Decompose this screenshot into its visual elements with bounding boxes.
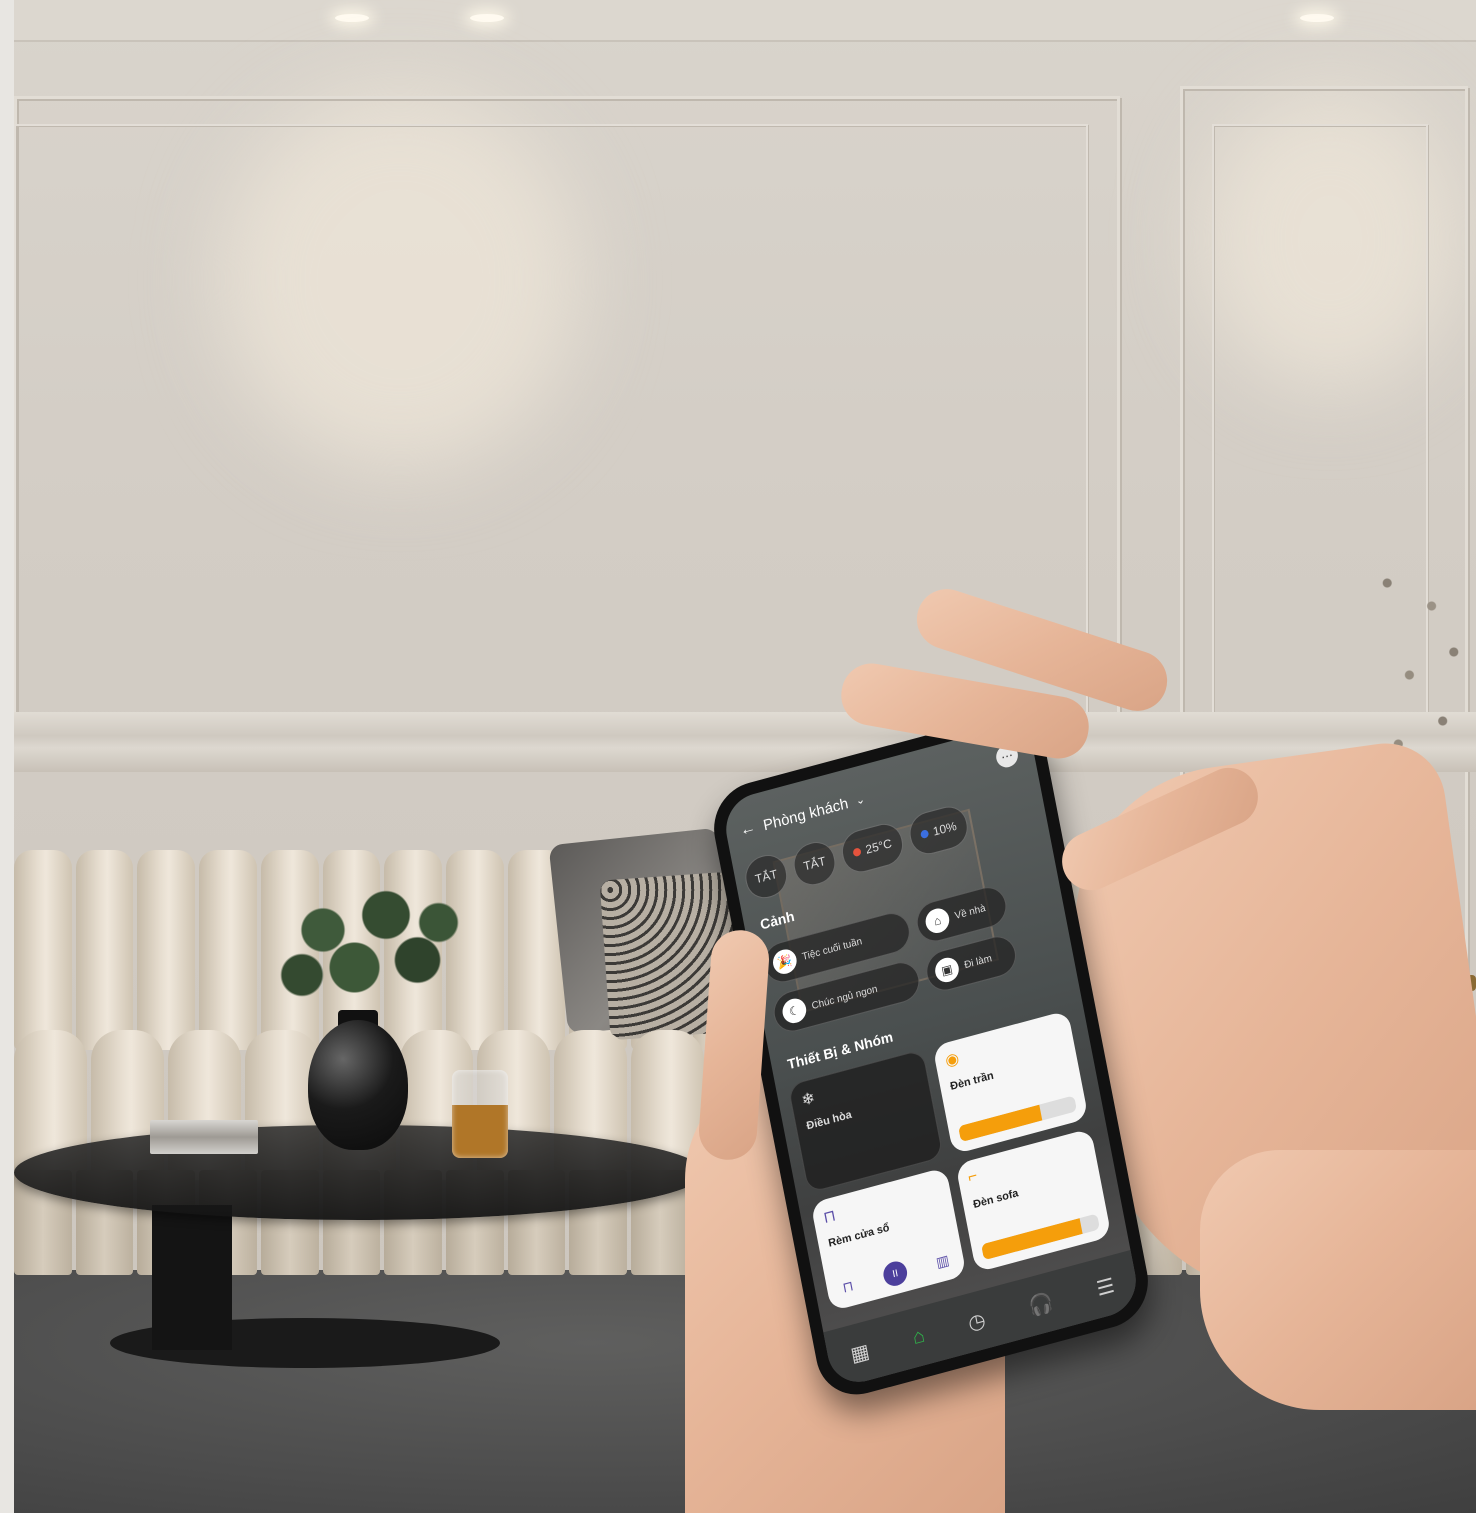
coffee-table-leg [152, 1205, 232, 1350]
brightness-slider[interactable] [958, 1095, 1078, 1143]
device-name: Đèn trần [949, 1069, 995, 1093]
chip-label: 10% [931, 818, 958, 839]
home-tab-icon[interactable]: ⌂ [911, 1324, 927, 1350]
photo-scene: ← Phòng khách ⌄ ⋯ TẮT TẮT 25°C 10% Cảnh … [0, 0, 1476, 1513]
snowflake-icon: ❄ [800, 1089, 817, 1110]
chevron-down-icon[interactable]: ⌄ [855, 792, 866, 807]
device-card-ceiling-light[interactable]: ◉ Đèn trần [932, 1010, 1089, 1155]
device-card-curtain[interactable]: ⊓ Rèm cửa sổ ⊓ II ▥ [810, 1167, 967, 1312]
ceiling-light [470, 14, 504, 22]
curtain-open-icon[interactable]: ⊓ [835, 1273, 860, 1300]
scene-label: Chúc ngủ ngon [810, 983, 879, 1012]
moon-icon: ☾ [780, 995, 809, 1026]
scene-label: Về nhà [953, 902, 987, 922]
book-stack [150, 1120, 258, 1154]
curtain-icon: ⊓ [822, 1207, 838, 1228]
headset-icon[interactable]: 🎧 [1027, 1289, 1056, 1320]
briefcase-icon: ▣ [933, 955, 961, 985]
device-card-air-conditioner[interactable]: ❄ Điều hòa [787, 1048, 944, 1194]
device-name: Đèn sofa [972, 1187, 1020, 1212]
chip-label: TẮT [753, 866, 779, 887]
menu-icon[interactable]: ☰ [1094, 1272, 1117, 1301]
chip-label: TẮT [802, 853, 827, 874]
pause-icon[interactable]: II [881, 1258, 910, 1289]
ceiling-light-icon: ◉ [943, 1049, 961, 1071]
curtain-close-icon[interactable]: ▥ [930, 1247, 955, 1274]
image-border [0, 0, 14, 1513]
room-title[interactable]: Phòng khách [762, 795, 850, 834]
device-name: Rèm cửa sổ [827, 1221, 891, 1250]
scene-label: Tiệc cuối tuần [801, 935, 864, 963]
party-icon: 🎉 [770, 946, 799, 977]
thermometer-icon [852, 847, 862, 858]
home-icon: ⌂ [923, 905, 952, 936]
humidity-icon [919, 829, 930, 840]
scene-label: Đi làm [963, 952, 993, 971]
chip-label: 25°C [864, 836, 893, 857]
back-arrow-icon[interactable]: ← [739, 819, 758, 841]
curtain-controls: ⊓ II ▥ [835, 1246, 956, 1301]
whiskey-decanter [452, 1070, 508, 1158]
ceiling [0, 0, 1476, 42]
potted-plant [260, 870, 470, 1020]
ceiling-light [335, 14, 369, 22]
black-vase [308, 1020, 408, 1150]
brightness-fill [981, 1218, 1083, 1261]
ceiling-light [1300, 14, 1334, 22]
dashboard-icon[interactable]: ▦ [848, 1338, 871, 1367]
brightness-fill [958, 1104, 1043, 1143]
floor-lamp-icon: ⌐ [966, 1167, 979, 1187]
brightness-slider[interactable] [981, 1213, 1101, 1261]
device-name: Điều hòa [805, 1108, 853, 1133]
device-card-sofa-light[interactable]: ⌐ Đèn sofa [955, 1128, 1112, 1273]
right-wrist [1200, 1150, 1476, 1410]
clock-icon[interactable]: ◷ [966, 1307, 988, 1336]
